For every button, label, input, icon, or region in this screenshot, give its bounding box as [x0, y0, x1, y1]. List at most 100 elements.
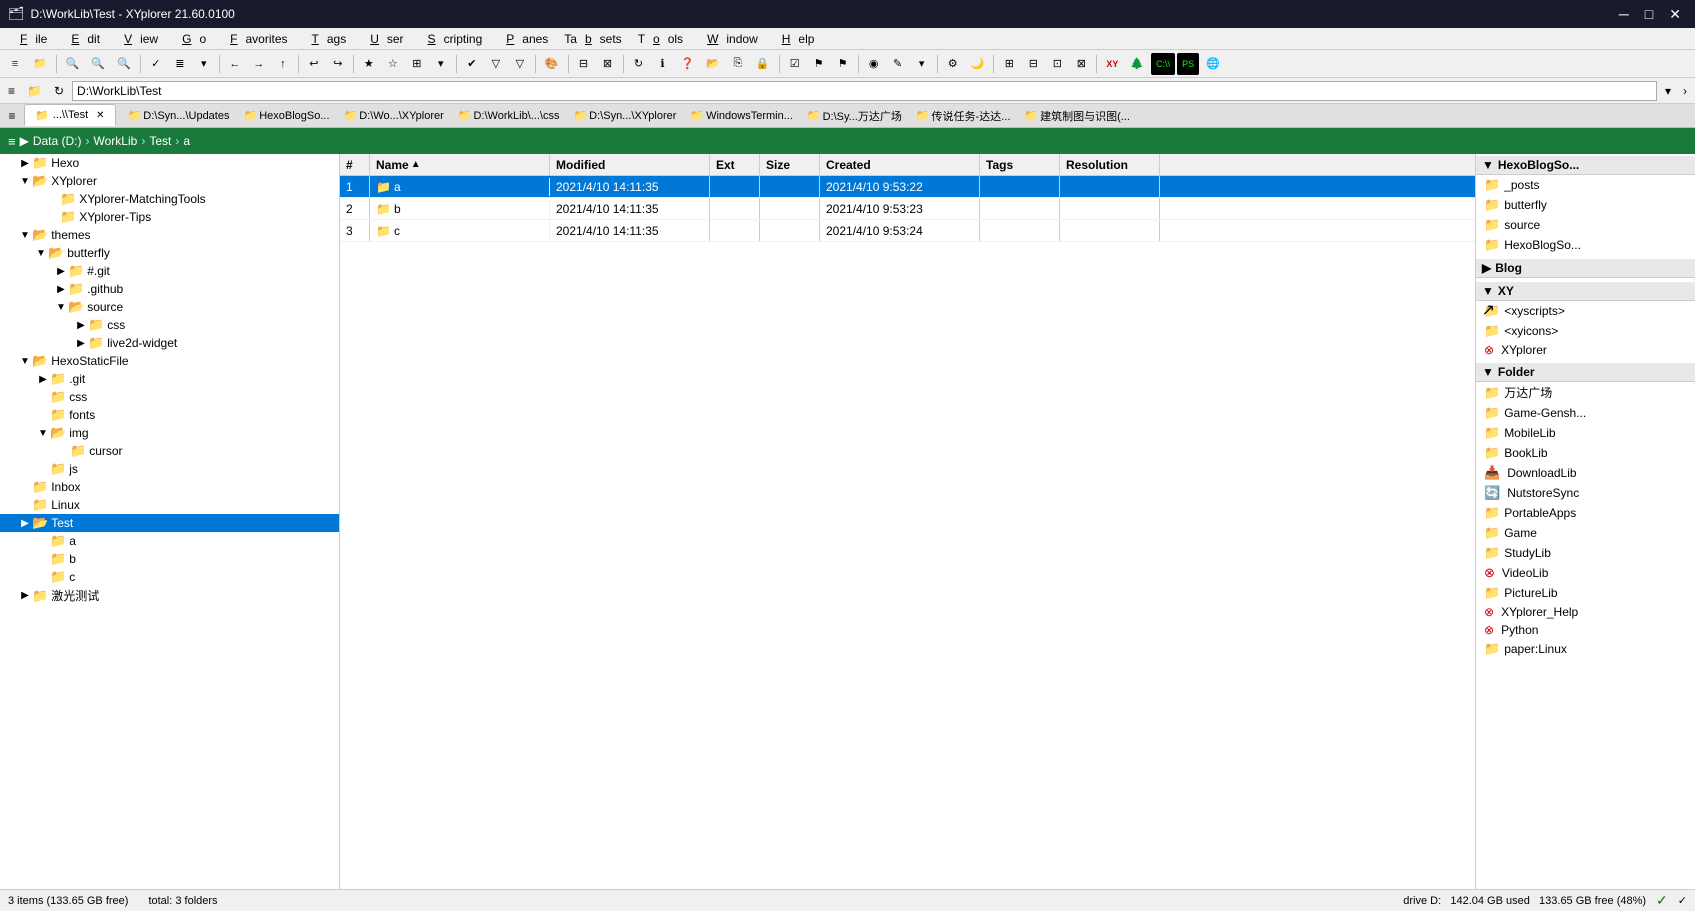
col-header-created[interactable]: Created — [820, 154, 980, 175]
rp-item-xyicons[interactable]: 📁 <xyicons> — [1476, 321, 1695, 341]
rp-item-paperlinux[interactable]: 📁 paper:Linux — [1476, 639, 1695, 659]
rp-item-xyscripts[interactable]: 📁 <xyscripts> — [1476, 301, 1695, 321]
tree-toggle-dot-git[interactable]: ▶ — [36, 372, 50, 386]
rp-item-booklib[interactable]: 📁 BookLib — [1476, 443, 1695, 463]
bookmark-2[interactable]: 📁 HexoBlogSo... — [237, 106, 335, 125]
toolbar-star2[interactable]: ☆ — [382, 53, 404, 75]
rp-collapse-folder[interactable]: ▼ — [1482, 365, 1494, 379]
rp-item-butterfly-r[interactable]: 📁 butterfly — [1476, 195, 1695, 215]
toolbar-copy2[interactable]: ⎘ — [727, 53, 749, 75]
toolbar-copy-check[interactable]: ✔ — [461, 53, 483, 75]
addr-refresh[interactable]: ↻ — [50, 84, 68, 98]
toolbar-pen-drop[interactable]: ▾ — [911, 53, 933, 75]
rp-item-xyplorer-r[interactable]: ⊗ XYplorer — [1476, 341, 1695, 359]
toolbar-tree[interactable]: 🌲 — [1125, 53, 1149, 75]
tree-item-xyplorer-matching[interactable]: ▶ 📁 XYplorer-MatchingTools — [0, 190, 339, 208]
toolbar-lock[interactable]: 🔒 — [751, 53, 775, 75]
toolbar-flag[interactable]: ⚑ — [808, 53, 830, 75]
toolbar-search3[interactable]: 🔍 — [112, 53, 136, 75]
minimize-button[interactable]: ─ — [1613, 6, 1635, 23]
bookmark-6[interactable]: 📁 WindowsTermin... — [684, 106, 799, 125]
bookmark-3[interactable]: 📁 D:\Wo...\XYplorer — [338, 106, 450, 125]
rp-collapse-hexoblog[interactable]: ▼ — [1482, 158, 1494, 172]
file-row-a[interactable]: 1 📁 a 2021/4/10 14:11:35 2021/4/10 9:53:… — [340, 176, 1475, 198]
tree-item-js[interactable]: ▶ 📁 js — [0, 460, 339, 478]
rp-item-hexoblogso[interactable]: 📁 HexoBlogSo... — [1476, 235, 1695, 255]
tree-item-test-b[interactable]: ▶ 📁 b — [0, 550, 339, 568]
tab-close[interactable]: ✕ — [96, 110, 104, 121]
tree-toggle-hexostatic[interactable]: ▼ — [18, 354, 32, 368]
maximize-button[interactable]: □ — [1639, 6, 1659, 23]
toolbar-globe[interactable]: 🌐 — [1201, 53, 1225, 75]
rp-item-game2[interactable]: 📁 Game — [1476, 523, 1695, 543]
rp-item-python[interactable]: ⊗ Python — [1476, 621, 1695, 639]
toolbar-pen[interactable]: ✎ — [887, 53, 909, 75]
tree-item-source[interactable]: ▼ 📂 source — [0, 298, 339, 316]
tree-toggle-themes[interactable]: ▼ — [18, 228, 32, 242]
rp-item-studylib[interactable]: 📁 StudyLib — [1476, 543, 1695, 563]
menu-tools[interactable]: Tools — [630, 30, 691, 48]
toolbar-undo[interactable]: ↩ — [303, 53, 325, 75]
rp-collapse-blog[interactable]: ▶ — [1482, 261, 1491, 275]
toolbar-refresh[interactable]: ↻ — [628, 53, 650, 75]
tree-toggle-dotgithub[interactable]: ▶ — [54, 282, 68, 296]
tree-item-img[interactable]: ▼ 📂 img — [0, 424, 339, 442]
tree-toggle-test[interactable]: ▶ — [18, 516, 32, 530]
tree-item-test-c[interactable]: ▶ 📁 c — [0, 568, 339, 586]
toolbar-grid2[interactable]: ⊟ — [1022, 53, 1044, 75]
toolbar-cmd1[interactable]: C:\\ — [1151, 53, 1175, 75]
tree-item-dot-git[interactable]: ▶ 📁 .git — [0, 370, 339, 388]
tree-toggle-css[interactable]: ▶ — [74, 318, 88, 332]
tree-item-cursor[interactable]: ▶ 📁 cursor — [0, 442, 339, 460]
tree-item-css2[interactable]: ▶ 📁 css — [0, 388, 339, 406]
menu-tabsets[interactable]: Tabsets — [556, 30, 629, 48]
tree-toggle-xyplorer[interactable]: ▼ — [18, 174, 32, 188]
toolbar-color[interactable]: 🎨 — [540, 53, 564, 75]
col-header-num[interactable]: # — [340, 154, 370, 175]
col-header-resolution[interactable]: Resolution — [1060, 154, 1160, 175]
toolbar-copy[interactable]: ⊟ — [573, 53, 595, 75]
file-row-b[interactable]: 2 📁 b 2021/4/10 14:11:35 2021/4/10 9:53:… — [340, 198, 1475, 220]
rp-item-mobilelib[interactable]: 📁 MobileLib — [1476, 423, 1695, 443]
addr-folder[interactable]: 📁 — [23, 84, 46, 98]
col-header-name[interactable]: Name ▲ — [370, 154, 550, 175]
rp-header-hexoblog[interactable]: ▼ HexoBlogSo... — [1476, 156, 1695, 175]
menu-tags[interactable]: Tags — [296, 30, 355, 48]
tab-sidebar-toggle[interactable]: ≡ — [0, 104, 24, 127]
tree-item-css[interactable]: ▶ 📁 css — [0, 316, 339, 334]
rp-item-posts[interactable]: 📁 _posts — [1476, 175, 1695, 195]
toolbar-split[interactable]: ⊠ — [597, 53, 619, 75]
rp-header-xy[interactable]: ▼ XY — [1476, 282, 1695, 301]
toolbar-orb[interactable]: ◉ — [863, 53, 885, 75]
menu-panes[interactable]: Panes — [490, 30, 556, 48]
rp-item-picturelib[interactable]: 📁 PictureLib — [1476, 583, 1695, 603]
rp-item-portable[interactable]: 📁 PortableApps — [1476, 503, 1695, 523]
toolbar-up[interactable]: ↑ — [272, 53, 294, 75]
tree-item-hexo[interactable]: ▶ 📁 Hexo — [0, 154, 339, 172]
title-bar-controls[interactable]: ─ □ ✕ — [1613, 6, 1687, 23]
bookmark-5[interactable]: 📁 D:\Syn...\XYplorer — [567, 106, 682, 125]
tree-toggle-butterfly[interactable]: ▼ — [34, 246, 48, 260]
addr-arrow[interactable]: › — [1679, 84, 1691, 98]
breadcrumb-expand[interactable]: ▶ — [20, 134, 29, 148]
rp-collapse-xy[interactable]: ▼ — [1482, 284, 1494, 298]
toolbar-xy1[interactable]: XY — [1101, 53, 1123, 75]
menu-window[interactable]: Window — [691, 30, 766, 48]
tree-item-xyplorer-tips[interactable]: ▶ 📁 XYplorer-Tips — [0, 208, 339, 226]
bookmark-7[interactable]: 📁 D:\Sy...万达广场 — [801, 105, 908, 127]
rp-item-game[interactable]: 📁 Game-Gensh... — [1476, 403, 1695, 423]
file-row-c[interactable]: 3 📁 c 2021/4/10 14:11:35 2021/4/10 9:53:… — [340, 220, 1475, 242]
toolbar-nav-icon[interactable]: ≡ — [4, 53, 26, 75]
menu-file[interactable]: File — [4, 30, 55, 48]
tree-item-dotgit[interactable]: ▶ 📁 #.git — [0, 262, 339, 280]
tree-item-xyplorer[interactable]: ▼ 📂 XYplorer — [0, 172, 339, 190]
rp-item-downloadlib[interactable]: 📥 DownloadLib — [1476, 463, 1695, 483]
rp-header-blog[interactable]: ▶ Blog — [1476, 259, 1695, 278]
toolbar-flag2[interactable]: ⚑ — [832, 53, 854, 75]
tree-toggle-more[interactable]: ▶ — [18, 589, 32, 603]
tree-item-butterfly[interactable]: ▼ 📂 butterfly — [0, 244, 339, 262]
menu-scripting[interactable]: Scripting — [412, 30, 491, 48]
toolbar-fwd[interactable]: → — [248, 53, 270, 75]
breadcrumb-part-test[interactable]: Test — [149, 134, 171, 148]
tree-item-themes[interactable]: ▼ 📂 themes — [0, 226, 339, 244]
